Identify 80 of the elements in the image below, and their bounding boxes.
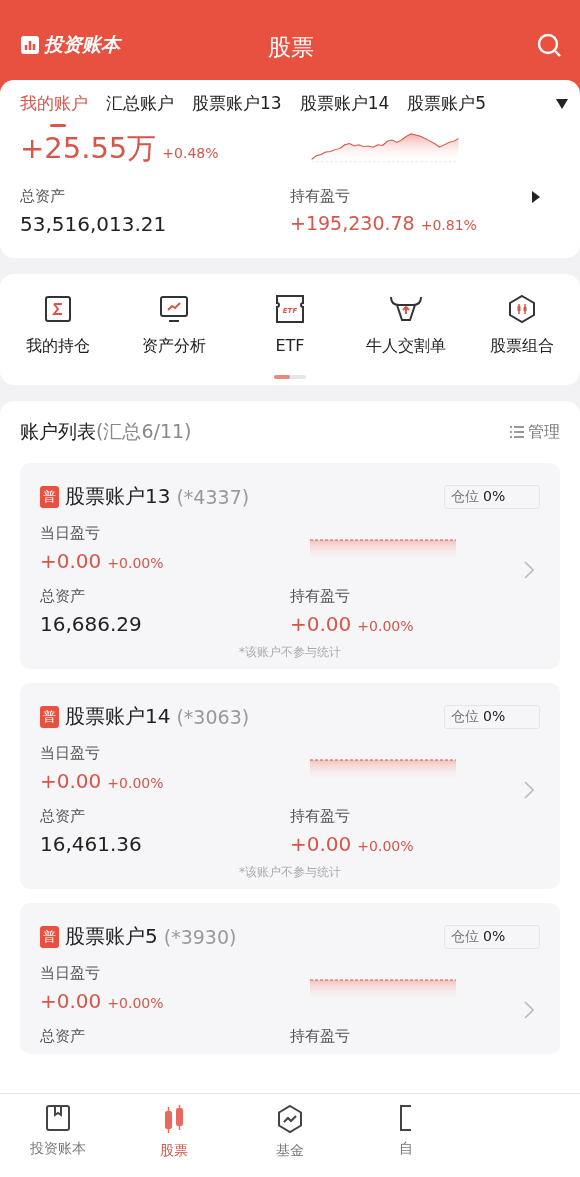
bottom-tab[interactable]: 自 — [399, 1140, 413, 1158]
account-type-badge: 普 — [40, 485, 59, 508]
chevron-right-icon — [524, 781, 534, 799]
today-profit-label: 当日盈亏 — [40, 524, 101, 543]
account-tab[interactable]: 股票账户14 — [299, 92, 408, 127]
holding-profit-label: 持有盈亏 — [290, 187, 350, 206]
holding-profit-label: 持有盈亏 — [290, 587, 351, 606]
holding-profit-label: 持有盈亏 — [290, 807, 351, 826]
account-note: *该账户不参与统计 — [239, 644, 341, 661]
hexagon-candles-icon — [507, 294, 537, 324]
today-profit-label: 当日盈亏 — [40, 744, 101, 763]
sigma-icon — [43, 294, 73, 324]
dropdown-icon[interactable] — [556, 98, 568, 109]
holding-profit-value: +0.00 — [290, 832, 352, 856]
account-note: *该账户不参与统计 — [239, 864, 341, 881]
shortcut-label[interactable]: 我的持仓 — [26, 336, 90, 357]
chart-monitor-icon — [159, 294, 189, 324]
shortcut-label[interactable]: 牛人交割单 — [366, 336, 446, 357]
hexagon-trend-icon — [276, 1104, 304, 1134]
today-profit: +0.00 — [40, 769, 102, 793]
page-title: 股票 — [268, 33, 314, 62]
total-assets-value: 53,516,013.21 — [20, 212, 168, 236]
holding-profit-percent: +0.00% — [357, 618, 414, 634]
holding-profit-label: 持有盈亏 — [290, 1027, 351, 1046]
account-card[interactable]: 普 股票账户13 (*4337) 仓位 0% 当日盈亏 +0.00 +0.00% 总资产 16,686.29 持有盈亏 +0.00 +0.00% *该账户不参与统计 — [20, 463, 560, 669]
total-assets-label: 总资产 — [40, 587, 86, 606]
app-logo-text: 投资账本 — [44, 32, 120, 57]
list-icon — [510, 426, 524, 438]
manage-link[interactable]: 管理 — [528, 421, 560, 443]
account-count: (汇总6/11) — [96, 420, 192, 442]
total-assets-label: 总资产 — [40, 1027, 86, 1046]
total-assets-label: 总资产 — [20, 187, 66, 206]
shortcut-label[interactable]: 股票组合 — [490, 336, 554, 357]
bull-head-icon — [388, 294, 424, 324]
today-percent: +0.00% — [107, 995, 164, 1011]
position-tag: 仓位 0% — [444, 704, 540, 729]
holding-profit-percent: +0.00% — [357, 838, 414, 854]
today-profit: +0.00 — [40, 549, 102, 573]
total-assets-value: 16,461.36 — [40, 832, 143, 856]
total-assets-label: 总资产 — [40, 807, 86, 826]
chevron-right-icon — [524, 1001, 534, 1019]
bottom-tab[interactable]: 基金 — [276, 1142, 304, 1160]
ledger-logo-icon — [20, 35, 40, 55]
today-percent: +0.00% — [107, 555, 164, 571]
account-name: 股票账户5 — [65, 923, 158, 950]
bottom-tab[interactable]: 投资账本 — [30, 1140, 86, 1158]
expand-arrow-icon[interactable] — [532, 190, 540, 203]
book-icon — [45, 1104, 71, 1132]
chevron-right-icon — [524, 561, 534, 579]
account-name: 股票账户13 — [65, 483, 171, 510]
today-percent: +0.48% — [162, 145, 219, 161]
position-tag: 仓位 0% — [444, 924, 540, 949]
shortcut-label[interactable]: ETF — [275, 336, 305, 355]
shortcut-label[interactable]: 资产分析 — [142, 336, 206, 357]
account-tab[interactable]: 股票账户13 — [192, 92, 300, 127]
total-assets-value: 16,686.29 — [40, 612, 143, 636]
account-tab[interactable]: 汇总账户 — [106, 92, 192, 127]
account-type-badge: 普 — [40, 925, 59, 948]
holding-profit-value: +195,230.78 — [290, 212, 415, 234]
today-profit: +25.55万 — [20, 130, 157, 167]
account-tab[interactable]: 股票账户5 — [407, 92, 505, 127]
today-percent: +0.00% — [107, 775, 164, 791]
account-code: (*3063) — [176, 705, 250, 728]
search-icon[interactable] — [536, 32, 562, 58]
bottom-tab[interactable]: 股票 — [160, 1142, 188, 1160]
holding-profit-percent: +0.81% — [420, 217, 477, 233]
account-code: (*4337) — [176, 485, 250, 508]
account-card[interactable]: 普 股票账户5 (*3930) 仓位 0% 当日盈亏 +0.00 +0.00% 总资产 持有盈亏 — [20, 903, 560, 1054]
account-card[interactable]: 普 股票账户14 (*3063) 仓位 0% 当日盈亏 +0.00 +0.00% 总资产 16,461.36 持有盈亏 +0.00 +0.00% *该账户不参与统计 — [20, 683, 560, 889]
today-profit: +0.00 — [40, 989, 102, 1013]
account-type-badge: 普 — [40, 705, 59, 728]
today-profit-label: 当日盈亏 — [40, 964, 101, 983]
frame-icon — [399, 1104, 413, 1132]
position-tag: 仓位 0% — [444, 484, 540, 509]
account-name: 股票账户14 — [65, 703, 171, 730]
account-list-title: 账户列表 — [20, 420, 96, 442]
page-indicator — [274, 375, 306, 379]
holding-profit-value: +0.00 — [290, 612, 352, 636]
account-code: (*3930) — [163, 925, 237, 948]
account-tab[interactable]: 我的账户 — [20, 92, 106, 127]
